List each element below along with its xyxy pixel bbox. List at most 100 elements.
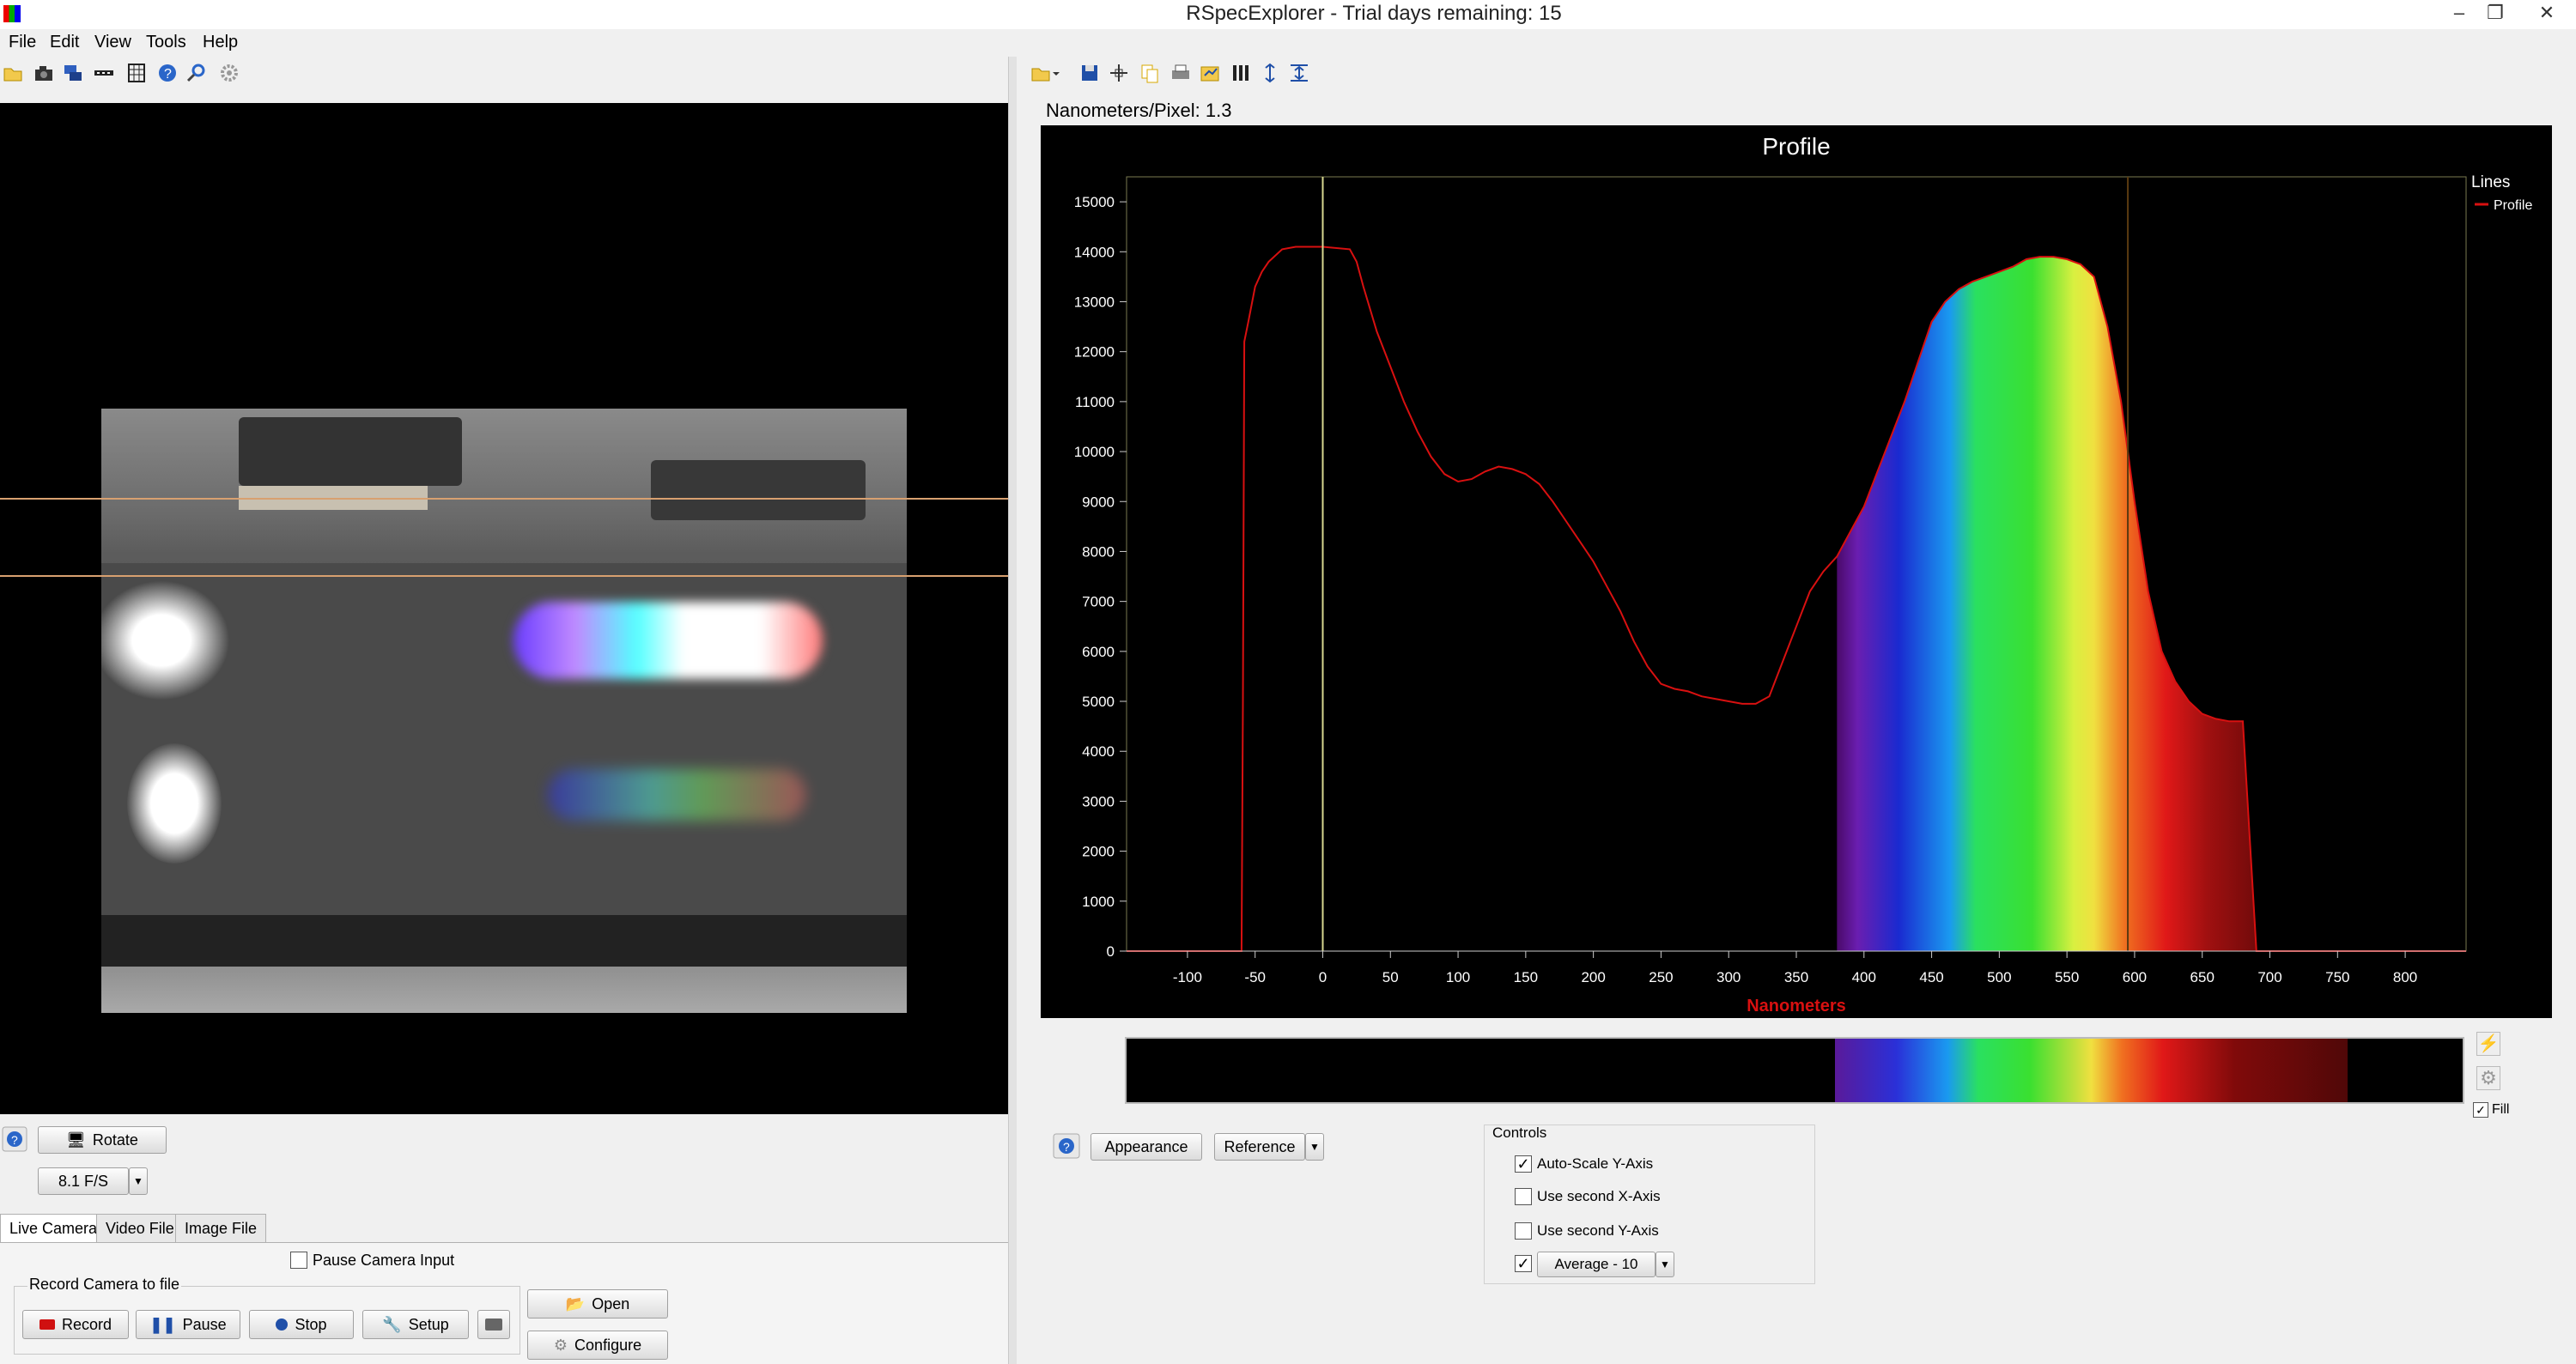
fps-select[interactable]: 8.1 F/S (38, 1167, 129, 1195)
folder-icon: 📂 (565, 1294, 586, 1312)
second-y-axis-checkbox[interactable] (1515, 1222, 1532, 1240)
strip-settings-icon[interactable]: ⚙ (2476, 1066, 2500, 1090)
svg-text:?: ? (164, 67, 172, 82)
y-tick-label: 6000 (1082, 644, 1115, 660)
y-tick-label: 1000 (1082, 894, 1115, 910)
wrench-icon: 🔧 (382, 1315, 402, 1333)
fps-dropdown-icon[interactable]: ▼ (129, 1167, 148, 1195)
zoom-icon[interactable] (185, 62, 208, 84)
menu-bar: File Edit View Tools Help (0, 29, 1012, 57)
y-tick-label: 5000 (1082, 694, 1115, 710)
save-icon[interactable] (1078, 62, 1101, 84)
average-select[interactable]: Average - 10 (1537, 1252, 1656, 1277)
tab-video-file[interactable]: Video File (96, 1214, 184, 1243)
x-tick-label: 750 (2325, 969, 2349, 985)
camera-toolbar: ? (0, 60, 258, 88)
y-tick-label: 14000 (1074, 244, 1115, 260)
menu-tools[interactable]: Tools (146, 33, 186, 52)
record-group-label: Record Camera to file (27, 1276, 182, 1294)
menu-view[interactable]: View (94, 33, 131, 52)
chart-title: Profile (1762, 133, 1830, 160)
camera-view[interactable] (0, 103, 1008, 1114)
stop-button[interactable]: Stop (249, 1310, 354, 1339)
y-tick-label: 4000 (1082, 743, 1115, 760)
tab-live-camera[interactable]: Live Camera (0, 1214, 107, 1243)
setup-button[interactable]: 🔧 Setup (362, 1310, 469, 1339)
y-tick-label: 0 (1107, 943, 1115, 960)
x-tick-label: 800 (2393, 969, 2417, 985)
x-tick-label: 150 (1514, 969, 1538, 985)
spectrum-strip-band (1835, 1039, 2348, 1102)
auto-scale-y-label: Auto-Scale Y-Axis (1537, 1155, 1654, 1172)
close-button[interactable]: ✕ (2524, 0, 2569, 27)
menu-edit[interactable]: Edit (50, 33, 79, 52)
layers-icon[interactable] (62, 62, 84, 84)
restore-button[interactable]: ❐ (2473, 0, 2518, 27)
y-tick-label: 9000 (1082, 494, 1115, 510)
snapshot-button[interactable] (477, 1310, 510, 1339)
x-tick-label: 500 (1987, 969, 2011, 985)
record-button[interactable]: Record (22, 1310, 129, 1339)
fit-icon[interactable] (1288, 62, 1310, 84)
x-tick-label: 450 (1919, 969, 1943, 985)
open-button[interactable]: 📂 Open (527, 1289, 668, 1319)
average-dropdown-icon[interactable]: ▼ (1656, 1252, 1674, 1277)
x-tick-label: 200 (1581, 969, 1605, 985)
help-icon[interactable]: ? (156, 62, 179, 84)
vertical-arrows-icon[interactable] (1259, 62, 1281, 84)
title-bar: RSpecExplorer - Trial days remaining: 15… (0, 0, 2576, 29)
camera-help-icon[interactable]: ? (2, 1126, 27, 1152)
reference-button[interactable]: Reference (1214, 1133, 1305, 1161)
spectrum-fill (1837, 257, 2352, 952)
grid-icon[interactable] (125, 62, 148, 84)
svg-text:?: ? (1063, 1140, 1070, 1154)
lightning-icon[interactable]: ⚡ (2476, 1032, 2500, 1056)
rotate-icon: 🖥 (66, 1131, 86, 1149)
pause-button[interactable]: ❚❚ Pause (136, 1310, 240, 1339)
pause-camera-checkbox[interactable] (290, 1252, 307, 1269)
x-tick-label: 0 (1319, 969, 1327, 985)
auto-scale-y-checkbox[interactable]: ✓ (1515, 1155, 1532, 1173)
spectrum-help-icon[interactable]: ? (1053, 1133, 1080, 1159)
tab-image-file[interactable]: Image File (175, 1214, 267, 1243)
x-tick-label: 600 (2123, 969, 2147, 985)
export-icon[interactable] (1199, 62, 1221, 84)
x-tick-label: 350 (1784, 969, 1808, 985)
second-x-axis-checkbox[interactable] (1515, 1188, 1532, 1205)
settings-icon[interactable] (218, 62, 240, 84)
spectrum-strip (1125, 1037, 2464, 1104)
window-title: RSpecExplorer - Trial days remaining: 15 (1186, 2, 1562, 25)
x-axis-label: Nanometers (1747, 997, 1846, 1015)
menu-help[interactable]: Help (203, 33, 238, 52)
open-folder-icon[interactable] (1030, 62, 1060, 84)
dots-icon[interactable] (93, 62, 115, 84)
camera-icon[interactable] (33, 62, 55, 84)
open-icon[interactable] (2, 62, 24, 84)
y-tick-label: 15000 (1074, 194, 1115, 210)
panel-splitter[interactable] (1008, 57, 1017, 1364)
nm-per-pixel-label: Nanometers/Pixel: 1.3 (1046, 100, 1232, 121)
menu-file[interactable]: File (9, 33, 36, 52)
x-tick-label: 250 (1649, 969, 1673, 985)
copy-icon[interactable] (1139, 62, 1161, 84)
fill-label: Fill (2492, 1102, 2510, 1117)
average-checkbox[interactable]: ✓ (1515, 1255, 1532, 1272)
crosshair-icon[interactable] (1108, 62, 1130, 84)
reference-dropdown-icon[interactable]: ▼ (1305, 1133, 1324, 1161)
profile-line (1127, 246, 2466, 952)
print-icon[interactable] (1170, 62, 1192, 84)
x-tick-label: -100 (1173, 969, 1202, 985)
spectrum-toolbar (1027, 60, 1336, 88)
appearance-button[interactable]: Appearance (1091, 1133, 1202, 1161)
fill-checkbox[interactable]: ✓ (2473, 1102, 2488, 1118)
plot-frame (1126, 176, 2467, 952)
bars-icon[interactable] (1230, 62, 1252, 84)
x-tick-label: 700 (2257, 969, 2281, 985)
x-tick-label: 400 (1852, 969, 1876, 985)
controls-group-title: Controls (1492, 1125, 1547, 1141)
profile-chart-svg: Profile 01000200030004000500060007000800… (1074, 133, 2533, 1015)
rotate-button[interactable]: 🖥 Rotate (38, 1126, 167, 1154)
profile-chart[interactable]: Profile 0 1000 2000 3000 4000 5000 6000 7000 800… (1041, 125, 2552, 1018)
x-tick-label: 100 (1446, 969, 1470, 985)
configure-button[interactable]: ⚙ Configure (527, 1331, 668, 1360)
